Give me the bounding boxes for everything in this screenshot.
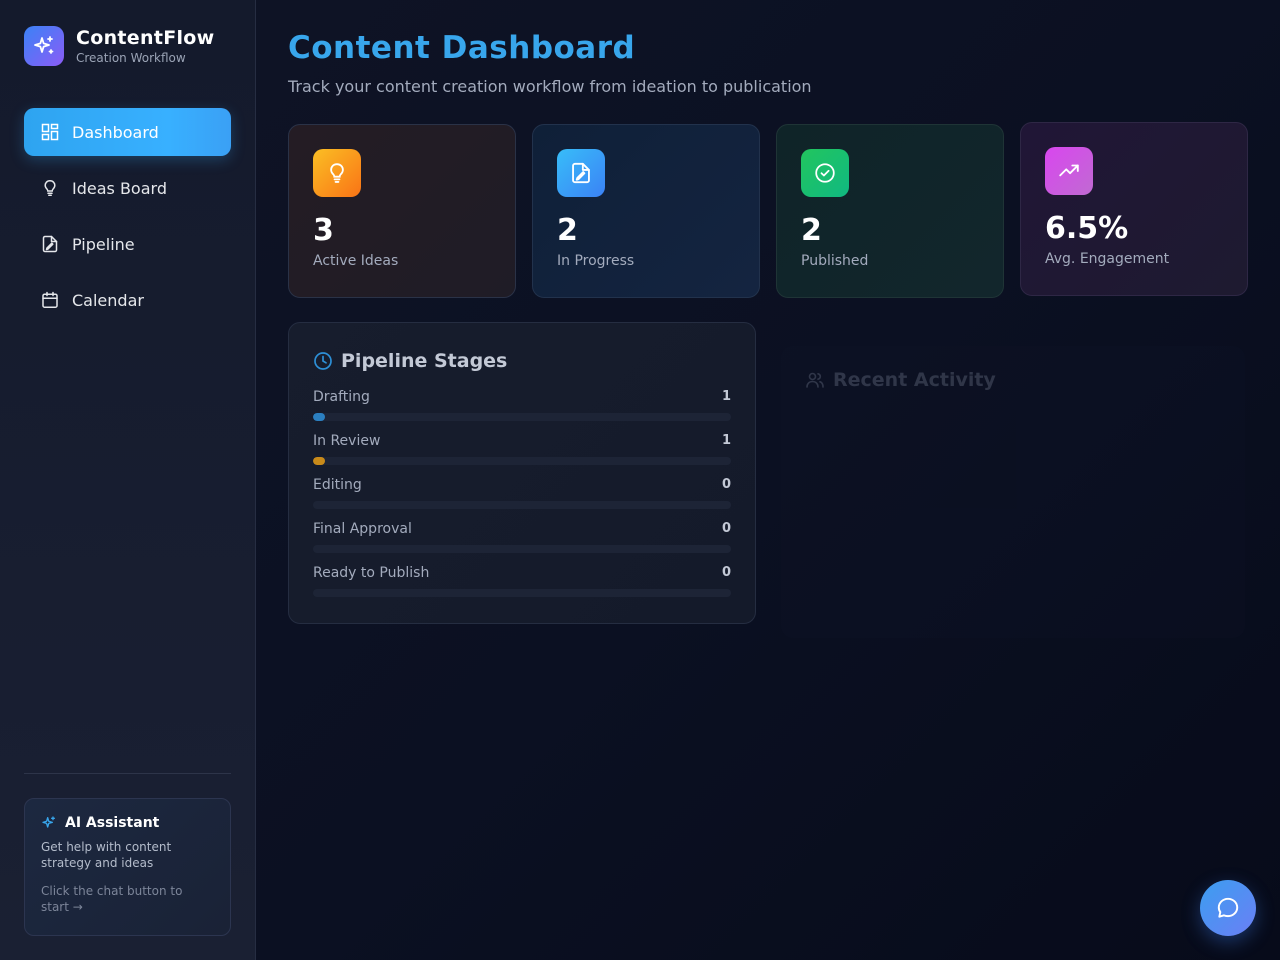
stage-count: 0	[721, 521, 731, 536]
lightbulb-icon	[40, 178, 60, 198]
sidebar-item-pipeline[interactable]: Pipeline	[24, 220, 231, 268]
sidebar-nav: Dashboard Ideas Board Pipeline Calendar	[24, 108, 231, 332]
page-subtitle: Track your content creation workflow fro…	[288, 77, 812, 96]
stage-label: Ready to Publish	[313, 565, 430, 581]
sparkles-icon	[41, 815, 57, 831]
check-circle-icon	[801, 149, 849, 197]
brand-title: ContentFlow	[76, 27, 215, 49]
users-icon	[805, 370, 825, 390]
sidebar-item-calendar[interactable]: Calendar	[24, 276, 231, 324]
pipeline-stage: Final Approval 0	[313, 521, 731, 565]
stage-progress-bar	[313, 545, 731, 553]
stage-label: In Review	[313, 433, 381, 449]
sidebar-item-ideas-board[interactable]: Ideas Board	[24, 164, 231, 212]
ai-assistant-hint: Click the chat button to start →	[41, 884, 183, 914]
stage-label: Editing	[313, 477, 362, 493]
stage-progress-bar	[313, 501, 731, 509]
sidebar-item-label: Dashboard	[72, 122, 159, 142]
dashboard-grid-icon	[40, 122, 60, 142]
file-edit-icon	[40, 234, 60, 254]
sidebar-item-label: Calendar	[72, 290, 144, 310]
stat-label: In Progress	[557, 253, 635, 269]
sidebar: ContentFlow Creation Workflow Dashboard	[0, 0, 256, 960]
chat-bubble-icon	[1215, 895, 1241, 921]
stage-label: Final Approval	[313, 521, 412, 537]
stage-progress-bar	[313, 413, 731, 421]
stat-value: 6.5%	[1045, 211, 1129, 246]
sidebar-item-label: Pipeline	[72, 234, 135, 254]
chat-button[interactable]	[1200, 880, 1256, 936]
pipeline-stages-panel: Pipeline Stages Drafting 1 In Review 1 E…	[288, 322, 756, 624]
stat-value: 3	[313, 213, 334, 248]
stage-count: 0	[721, 477, 731, 492]
stage-progress-fill	[313, 457, 325, 465]
stat-card-active-ideas: 3 Active Ideas	[288, 124, 516, 298]
sidebar-divider	[24, 773, 231, 774]
sidebar-item-dashboard[interactable]: Dashboard	[24, 108, 231, 156]
stage-progress-fill	[313, 413, 325, 421]
stage-progress-bar	[313, 589, 731, 597]
stage-count: 1	[721, 389, 731, 404]
trending-up-icon	[1045, 147, 1093, 195]
pipeline-stage: Editing 0	[313, 477, 731, 521]
file-edit-icon	[557, 149, 605, 197]
pipeline-title: Pipeline Stages	[341, 350, 508, 372]
page-title: Content Dashboard	[288, 30, 636, 66]
stat-card-in-progress: 2 In Progress	[532, 124, 760, 298]
stat-label: Active Ideas	[313, 253, 399, 269]
brand-subtitle: Creation Workflow	[76, 51, 186, 65]
stage-count: 0	[721, 565, 731, 580]
stage-progress-bar	[313, 457, 731, 465]
stat-card-avg-engagement: 6.5% Avg. Engagement	[1020, 122, 1248, 296]
stage-label: Drafting	[313, 389, 370, 405]
stat-label: Published	[801, 253, 869, 269]
brand[interactable]: ContentFlow Creation Workflow	[24, 26, 215, 66]
sparkles-icon	[24, 26, 64, 66]
recent-activity-panel: Recent Activity	[781, 346, 1245, 638]
ai-assistant-description: Get help with content strategy and ideas	[41, 840, 172, 870]
stat-value: 2	[801, 213, 822, 248]
stat-card-published: 2 Published	[776, 124, 1004, 298]
ai-assistant-title: AI Assistant	[65, 815, 160, 831]
recent-activity-title: Recent Activity	[833, 369, 996, 391]
ai-assistant-card: AI Assistant Get help with content strat…	[24, 798, 231, 936]
pipeline-stage: In Review 1	[313, 433, 731, 477]
stat-value: 2	[557, 213, 578, 248]
calendar-icon	[40, 290, 60, 310]
pipeline-stage: Drafting 1	[313, 389, 731, 433]
stage-count: 1	[721, 433, 731, 448]
pipeline-stage-list: Drafting 1 In Review 1 Editing 0 Final A…	[313, 389, 731, 609]
sidebar-item-label: Ideas Board	[72, 178, 167, 198]
stat-label: Avg. Engagement	[1045, 251, 1170, 267]
clock-icon	[313, 351, 333, 371]
lightbulb-icon	[313, 149, 361, 197]
pipeline-stage: Ready to Publish 0	[313, 565, 731, 609]
